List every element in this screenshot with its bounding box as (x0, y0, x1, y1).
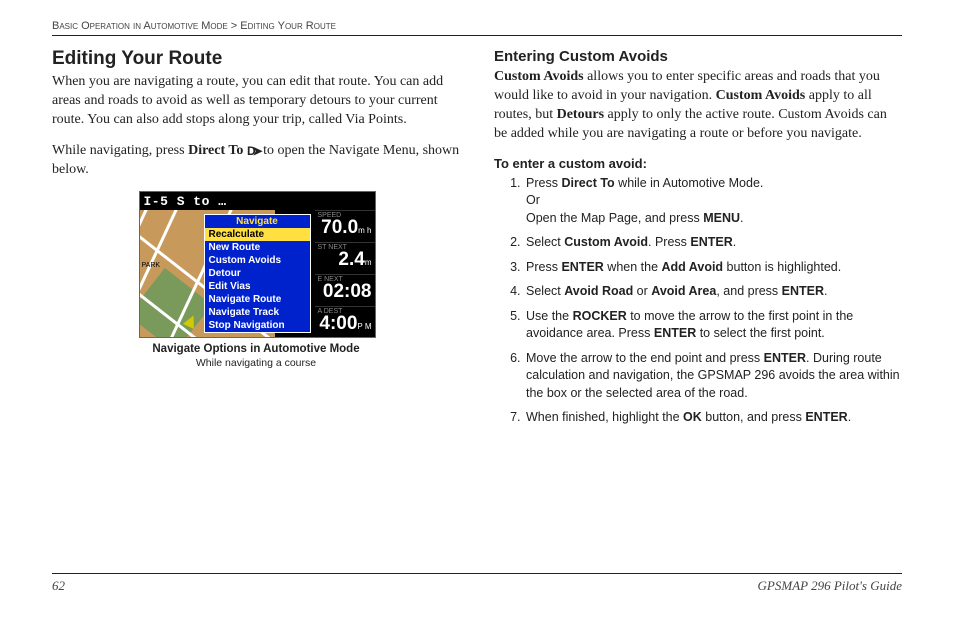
step-item: Press ENTER when the Add Avoid button is… (524, 259, 902, 277)
figure-caption-title: Navigate Options in Automotive Mode (139, 343, 374, 355)
breadcrumb-part1: Basic Operation in Automotive Mode (52, 20, 228, 32)
device-sidebar: SPEED 70.0m h ST NEXT 2.4m E NEXT 02:08 (315, 210, 375, 337)
steps-heading: To enter a custom avoid: (494, 156, 902, 171)
breadcrumb-part2: Editing Your Route (240, 20, 336, 32)
page-footer: 62 GPSMAP 296 Pilot's Guide (52, 573, 902, 594)
park-label: PARK (142, 262, 161, 269)
menu-item: New Route (205, 241, 310, 254)
page-number: 62 (52, 578, 65, 594)
step-item: Press Direct To while in Automotive Mode… (524, 175, 902, 228)
time-value: 02:08 (318, 283, 372, 300)
step-item: When finished, highlight the OK button, … (524, 409, 902, 427)
guide-title: GPSMAP 296 Pilot's Guide (758, 578, 902, 594)
menu-item: Stop Navigation (205, 319, 310, 332)
device-screenshot: I-5 S to … PARK SPEED (139, 191, 376, 338)
column-right: Entering Custom Avoids Custom Avoids all… (494, 44, 902, 434)
menu-item: Edit Vias (205, 280, 310, 293)
menu-item: Recalculate (205, 228, 310, 241)
step-item: Select Custom Avoid. Press ENTER. (524, 234, 902, 252)
figure-caption-sub: While navigating a course (139, 357, 374, 369)
breadcrumb-sep: > (231, 20, 237, 32)
instruction-paragraph: While navigating, press Direct To D➤ to … (52, 142, 460, 180)
dest-value: 4:00 (319, 313, 357, 334)
device-topbar: I-5 S to … (144, 194, 227, 209)
direct-to-icon: D➤ (247, 143, 260, 159)
intro-paragraph: When you are navigating a route, you can… (52, 73, 460, 130)
dist-value: 2.4 (338, 249, 364, 270)
section-heading: Entering Custom Avoids (494, 48, 902, 65)
speed-value: 70.0 (321, 217, 358, 238)
custom-avoids-paragraph: Custom Avoids allows you to enter specif… (494, 68, 902, 144)
page-title: Editing Your Route (52, 48, 460, 70)
menu-item: Detour (205, 267, 310, 280)
navigate-menu: Navigate RecalculateNew RouteCustom Avoi… (204, 214, 311, 333)
step-item: Select Avoid Road or Avoid Area, and pre… (524, 283, 902, 301)
menu-item: Custom Avoids (205, 254, 310, 267)
menu-item: Navigate Route (205, 293, 310, 306)
menu-item: Navigate Track (205, 306, 310, 319)
step-item: Move the arrow to the end point and pres… (524, 350, 902, 403)
column-left: Editing Your Route When you are navigati… (52, 44, 460, 434)
menu-title: Navigate (205, 215, 310, 228)
breadcrumb: Basic Operation in Automotive Mode > Edi… (52, 20, 902, 36)
steps-list: Press Direct To while in Automotive Mode… (494, 175, 902, 427)
step-item: Use the ROCKER to move the arrow to the … (524, 308, 902, 343)
figure: I-5 S to … PARK SPEED (139, 191, 374, 369)
